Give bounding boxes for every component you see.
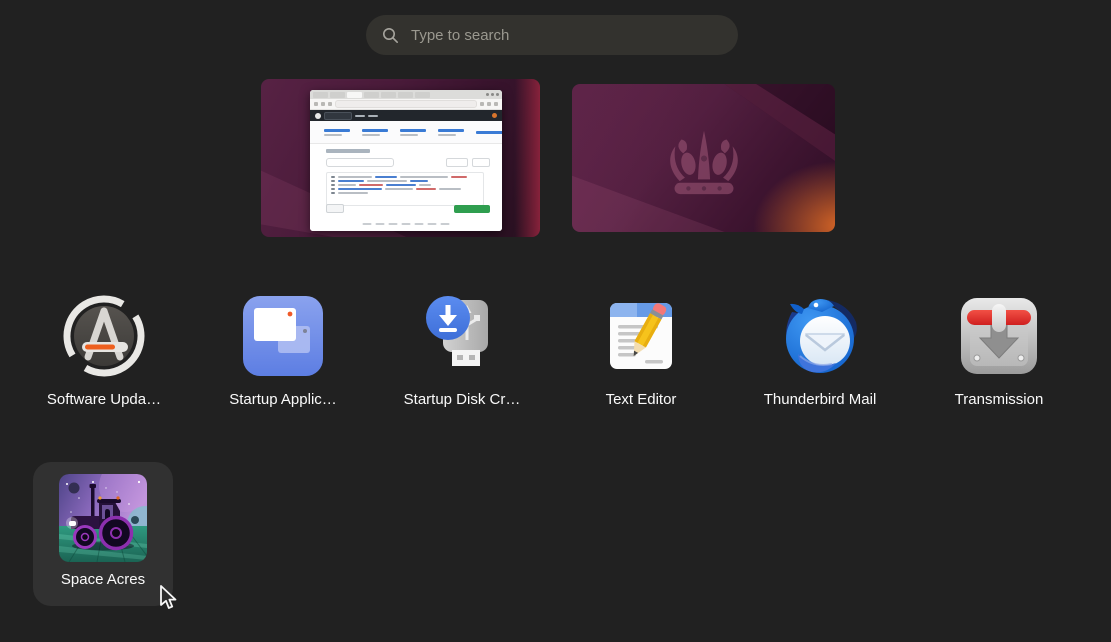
workspace-thumbnail-2[interactable]	[572, 84, 835, 232]
search-input[interactable]	[409, 26, 693, 45]
app-label: Startup Applic…	[229, 391, 337, 408]
app-text-editor[interactable]: Text Editor	[569, 294, 713, 408]
app-label: Software Upda…	[47, 391, 161, 408]
thunderbird-icon	[778, 294, 862, 378]
workspace-thumbnail-1[interactable]	[261, 79, 540, 237]
app-space-acres[interactable]: Space Acres	[33, 462, 173, 606]
search-bar[interactable]	[366, 15, 738, 55]
secondary-button	[326, 204, 344, 213]
window-controls	[486, 93, 499, 96]
site-footer	[363, 223, 450, 225]
activities-overview: Software Upda… Startup Applic…	[0, 0, 1111, 642]
text-editor-icon	[599, 294, 683, 378]
code-block	[326, 172, 484, 206]
search-icon	[382, 27, 399, 44]
app-startup-applications[interactable]: Startup Applic…	[211, 294, 355, 408]
startup-disk-creator-icon	[420, 294, 504, 378]
site-dark-header	[310, 110, 502, 121]
app-label: Space Acres	[61, 571, 145, 588]
ubuntu-crown-emblem	[652, 118, 756, 206]
app-label: Thunderbird Mail	[764, 391, 877, 408]
browser-address-bar	[310, 99, 502, 110]
browser-tab-bar	[310, 90, 502, 99]
site-content	[310, 144, 502, 231]
app-transmission[interactable]: Transmission	[927, 294, 1071, 408]
app-startup-disk-creator[interactable]: Startup Disk Cr…	[390, 294, 534, 408]
app-label: Startup Disk Cr…	[404, 391, 521, 408]
app-thunderbird[interactable]: Thunderbird Mail	[748, 294, 892, 408]
space-acres-icon	[59, 474, 147, 562]
browser-window-preview[interactable]	[310, 90, 502, 231]
startup-applications-icon	[241, 294, 325, 378]
commit-button	[454, 205, 490, 213]
transmission-icon	[957, 294, 1041, 378]
app-software-updater[interactable]: Software Upda…	[32, 294, 176, 408]
software-updater-icon	[62, 294, 146, 378]
site-nav-links	[310, 121, 502, 144]
app-label: Text Editor	[606, 391, 677, 408]
app-label: Transmission	[955, 391, 1044, 408]
